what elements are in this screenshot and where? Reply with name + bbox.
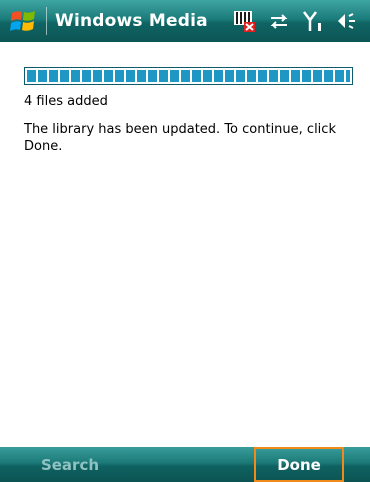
title-separator xyxy=(46,7,47,35)
files-added-status: 4 files added xyxy=(24,94,108,109)
title-bar: Windows Media xyxy=(0,0,370,42)
start-button[interactable] xyxy=(8,6,40,36)
screen: Windows Media 4 files added The library … xyxy=(0,0,370,482)
done-softkey[interactable]: Done xyxy=(254,447,344,482)
menu-bar: Search Done xyxy=(0,447,370,482)
speaker-icon[interactable] xyxy=(336,10,360,32)
signal-icon[interactable] xyxy=(302,9,324,33)
library-updated-message: The library has been updated. To continu… xyxy=(24,122,336,154)
progress-fill xyxy=(27,70,350,82)
progress-bar xyxy=(24,67,353,85)
windows-flag-icon xyxy=(10,11,35,31)
no-sim-icon[interactable] xyxy=(232,9,256,33)
app-title: Windows Media xyxy=(55,11,208,31)
connectivity-icon[interactable] xyxy=(268,10,290,32)
status-icons xyxy=(232,7,360,35)
search-softkey[interactable]: Search xyxy=(0,447,140,482)
